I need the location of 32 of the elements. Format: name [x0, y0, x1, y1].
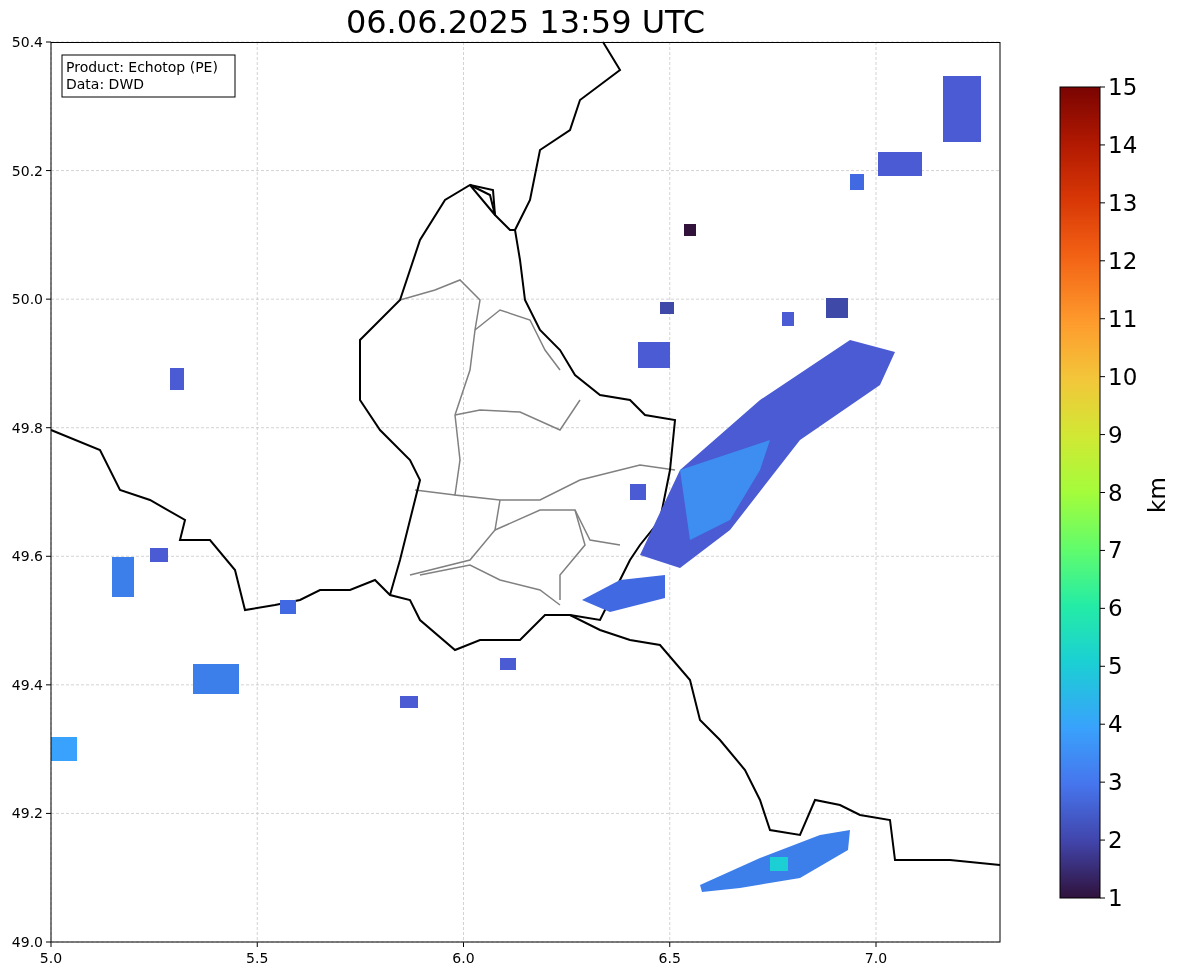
colorbar-tick-label: 5 [1108, 653, 1123, 680]
colorbar-tick-label: 4 [1108, 711, 1123, 738]
y-tick-label: 49.4 [11, 676, 43, 693]
y-tick-label: 50.0 [11, 291, 43, 308]
colorbar-tick-label: 7 [1108, 537, 1123, 564]
legend-text: Product: Echotop (PE) [66, 59, 218, 75]
colorbar-tick-label: 13 [1108, 189, 1138, 216]
colorbar-tick-label: 9 [1108, 421, 1123, 448]
x-tick-label: 7.0 [864, 950, 888, 966]
y-tick-label: 49.2 [11, 805, 43, 822]
colorbar-tick-label: 6 [1108, 595, 1123, 622]
x-tick-label: 6.0 [452, 950, 475, 966]
colorbar-tick-label: 8 [1108, 479, 1123, 506]
y-tick-label: 50.2 [11, 162, 43, 179]
y-tick-label: 50.4 [11, 34, 43, 50]
y-tick-label: 49.0 [11, 934, 43, 950]
colorbar-tick-label: 15 [1108, 74, 1138, 100]
colorbar-label: km [1144, 477, 1170, 513]
colorbar-tick-label: 10 [1108, 363, 1138, 390]
x-tick-label: 5.5 [246, 950, 269, 966]
colorbar-tick-label: 12 [1108, 247, 1138, 274]
legend-text: Data: DWD [66, 76, 144, 92]
colorbar-tick-label: 3 [1108, 769, 1123, 796]
y-tick-label: 49.8 [11, 419, 43, 436]
x-tick-label: 6.5 [658, 950, 681, 966]
y-tick-label: 49.6 [11, 548, 43, 565]
colorbar-tick-label: 11 [1108, 305, 1138, 332]
colorbar-tick-label: 2 [1108, 827, 1123, 854]
x-tick-label: 5.0 [39, 950, 63, 966]
colorbar-tick-label: 1 [1108, 885, 1123, 911]
colorbar-tick-label: 14 [1108, 131, 1138, 158]
chart-title: 06.06.2025 13:59 UTC [345, 2, 706, 42]
